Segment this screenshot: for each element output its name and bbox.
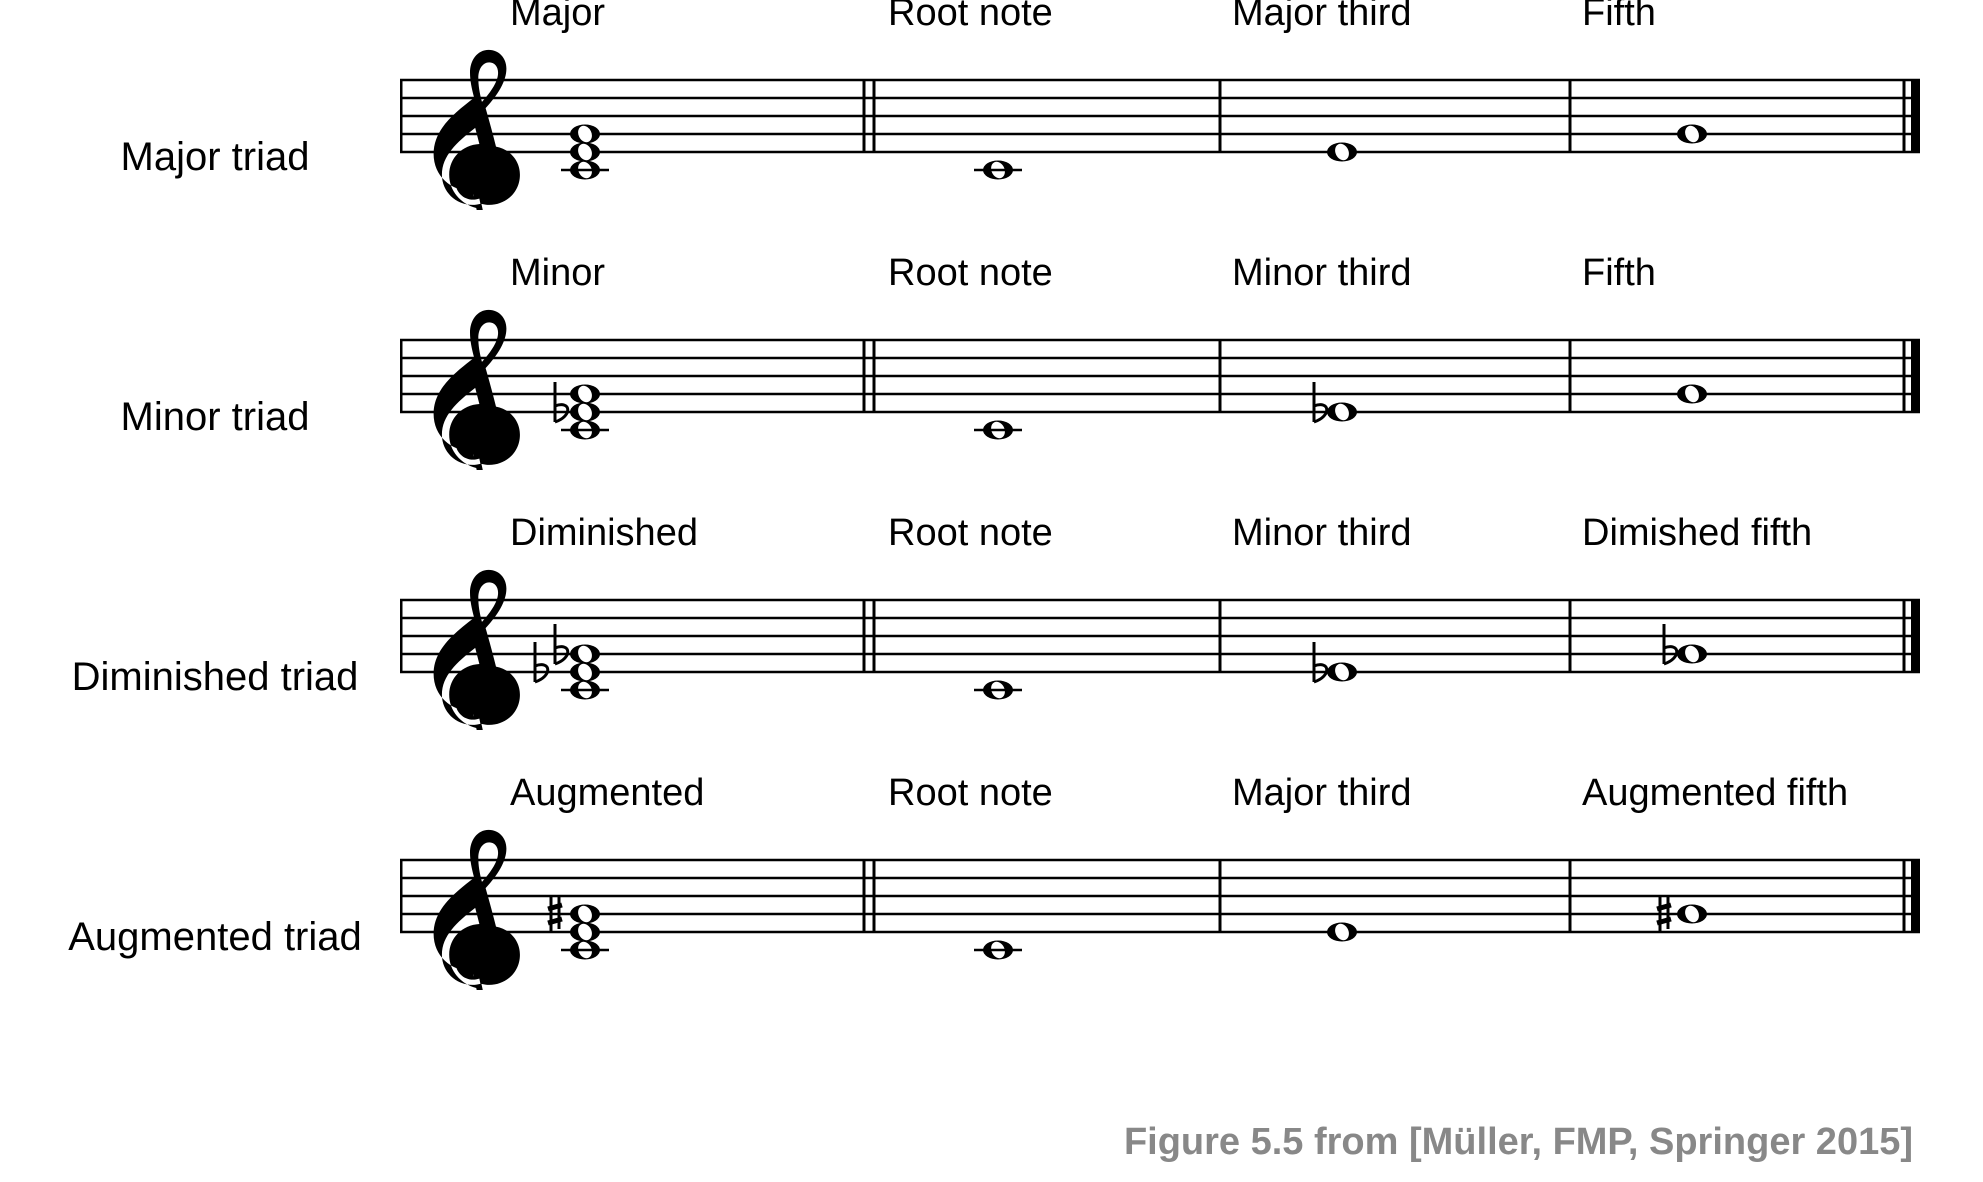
measure-label: Minor third xyxy=(1232,252,1412,295)
staff: AugmentedRoot noteMajor thirdAugmented f… xyxy=(400,820,1923,990)
triad-row: Major triadMajorRoot noteMajor thirdFift… xyxy=(30,40,1923,210)
measure-label: Fifth xyxy=(1582,0,1656,35)
row-label: Major triad xyxy=(30,135,400,210)
triad-row: Diminished triadDiminishedRoot noteMinor… xyxy=(30,560,1923,730)
staff-svg xyxy=(400,820,1920,990)
measure-label: Major third xyxy=(1232,772,1412,815)
staff: MajorRoot noteMajor thirdFifth xyxy=(400,40,1923,210)
measure-label: Minor third xyxy=(1232,512,1412,555)
triad-row: Minor triadMinorRoot noteMinor thirdFift… xyxy=(30,300,1923,470)
staff-svg xyxy=(400,40,1920,210)
measure-label: Dimished fifth xyxy=(1582,512,1812,555)
measure-label: Root note xyxy=(888,772,1053,815)
measure-label: Root note xyxy=(888,252,1053,295)
figure-caption: Figure 5.5 from [Müller, FMP, Springer 2… xyxy=(1124,1121,1913,1164)
measure-label: Root note xyxy=(888,512,1053,555)
staff-svg xyxy=(400,560,1920,730)
staff: DiminishedRoot noteMinor thirdDimished f… xyxy=(400,560,1923,730)
measure-label: Root note xyxy=(888,0,1053,35)
measure-label: Minor xyxy=(510,252,605,295)
measure-label: Augmented xyxy=(510,772,704,815)
row-label: Diminished triad xyxy=(30,655,400,730)
measure-label: Diminished xyxy=(510,512,698,555)
staff: MinorRoot noteMinor thirdFifth xyxy=(400,300,1923,470)
measure-label: Augmented fifth xyxy=(1582,772,1848,815)
row-label: Augmented triad xyxy=(30,915,400,990)
measure-labels: Major Root note Major third Fifth xyxy=(400,0,1923,38)
measure-labels: Diminished Root note Minor third Dimished f… xyxy=(400,512,1923,558)
measure-label: Fifth xyxy=(1582,252,1656,295)
measure-labels: Minor Root note Minor third Fifth xyxy=(400,252,1923,298)
row-label: Minor triad xyxy=(30,395,400,470)
triad-row: Augmented triadAugmentedRoot noteMajor t… xyxy=(30,820,1923,990)
measure-labels: Augmented Root note Major third Augmented f… xyxy=(400,772,1923,818)
measure-label: Major third xyxy=(1232,0,1412,35)
measure-label: Major xyxy=(510,0,605,35)
figure: Major triad Major Root note Major third Fift… xyxy=(0,0,1983,1182)
staff-svg xyxy=(400,300,1920,470)
